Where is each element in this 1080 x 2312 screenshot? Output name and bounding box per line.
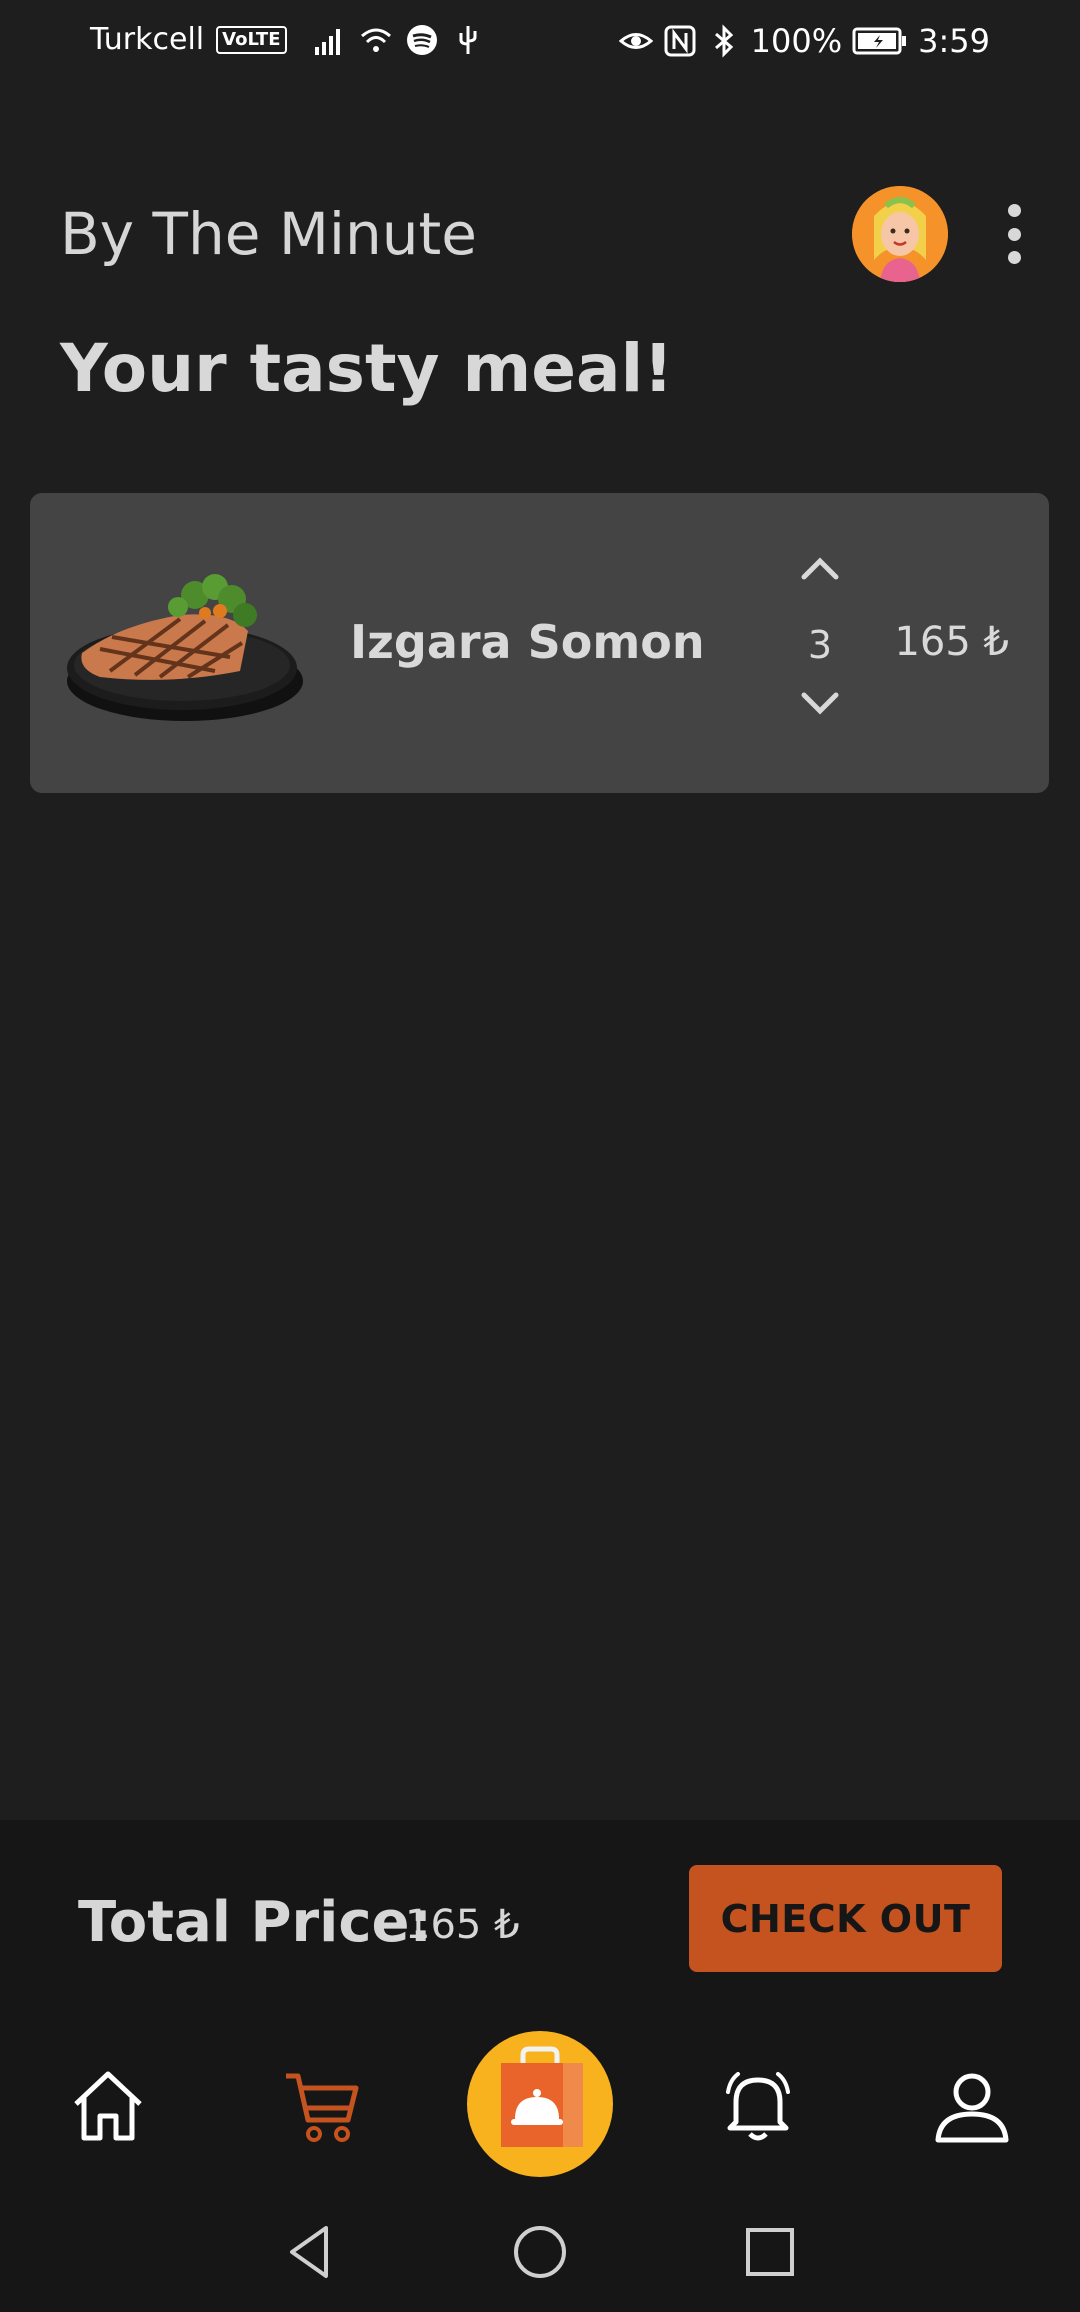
signal-icon [314, 28, 340, 55]
avatar[interactable] [852, 186, 948, 282]
more-options-icon[interactable] [994, 204, 1034, 264]
back-icon[interactable] [280, 2222, 340, 2282]
battery-icon [852, 27, 907, 55]
total-price-label: Total Price: [78, 1890, 432, 1955]
usb-icon [459, 25, 477, 54]
recent-apps-icon[interactable] [740, 2222, 800, 2282]
checkout-button[interactable]: CHECK OUT [689, 1865, 1002, 1972]
item-name: Izgara Somon [350, 615, 705, 669]
eye-icon [618, 33, 653, 49]
clock: 3:59 [918, 22, 990, 60]
carrier-name: Turkcell [90, 22, 205, 57]
nfc-icon [664, 25, 696, 57]
app-title: By The Minute [60, 200, 477, 268]
home-icon[interactable] [68, 2066, 148, 2146]
food-image [67, 574, 303, 721]
avatar-icon [852, 186, 948, 282]
home-circle-icon[interactable] [510, 2222, 570, 2282]
status-bar: Turkcell VoLTE 100% 3:59 [0, 0, 1080, 80]
spotify-icon [406, 24, 437, 55]
item-price: 165 ₺ [894, 619, 1009, 665]
chevron-up-icon[interactable] [790, 543, 850, 593]
battery-percent: 100% [750, 22, 843, 60]
profile-icon[interactable] [932, 2066, 1012, 2146]
total-price-value: 165 ₺ [405, 1902, 520, 1948]
status-right: 100% 3:59 [618, 22, 990, 60]
bluetooth-icon [714, 24, 733, 58]
volte-badge: VoLTE [216, 25, 287, 54]
bell-icon[interactable] [718, 2066, 798, 2146]
food-bag-icon [501, 2046, 583, 2147]
quantity-value: 3 [807, 623, 833, 667]
cart-item-card: Izgara Somon 3 165 ₺ [30, 493, 1049, 793]
status-left: Turkcell VoLTE [90, 22, 485, 57]
wifi-icon [360, 28, 391, 52]
chevron-down-icon[interactable] [790, 679, 850, 729]
food-bag-button[interactable] [467, 2031, 613, 2177]
page-heading: Your tasty meal! [60, 330, 674, 407]
cart-icon[interactable] [282, 2066, 362, 2146]
